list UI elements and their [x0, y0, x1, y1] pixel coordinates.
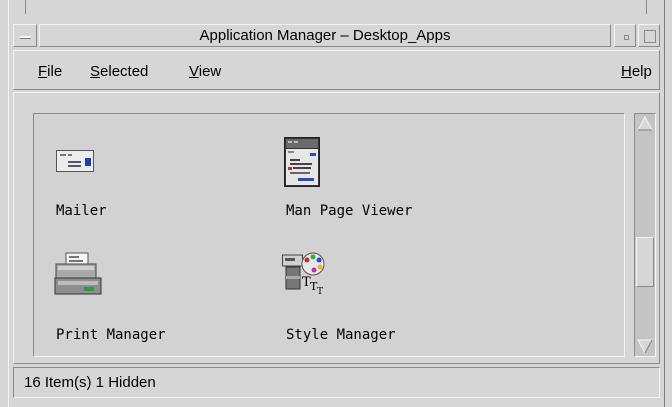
menu-bar: File Selected View Help [13, 50, 660, 90]
menu-file[interactable]: File [38, 63, 62, 80]
mailer-icon [56, 150, 94, 172]
style-manager-icon: T T T [282, 252, 325, 297]
status-text: 16 Item(s) 1 Hidden [24, 374, 156, 391]
frame-resize-handle-right[interactable] [646, 0, 647, 14]
app-item-print-manager[interactable]: Print Manager [34, 236, 264, 346]
window-title[interactable]: Application Manager – Desktop_Apps [39, 24, 611, 47]
menu-selected[interactable]: Selected [90, 63, 148, 80]
app-label: Man Page Viewer [286, 203, 413, 219]
menu-file-label: ile [47, 63, 63, 80]
app-label: Print Manager [56, 327, 166, 343]
title-bar[interactable]: Application Manager – Desktop_Apps [13, 24, 660, 47]
window-menu-icon [20, 36, 31, 39]
scroll-up-arrow-icon[interactable] [637, 116, 653, 132]
app-label: Style Manager [286, 327, 396, 343]
maximize-button[interactable] [638, 24, 660, 47]
vertical-scrollbar[interactable] [634, 113, 656, 357]
scroll-down-arrow-icon[interactable] [637, 338, 653, 354]
window-menu-button[interactable] [13, 24, 37, 47]
frame-resize-handle-left[interactable] [25, 0, 26, 14]
menu-help-label: elp [631, 63, 652, 80]
menu-view-mnemonic: V [189, 63, 199, 80]
window-title-text: Application Manager – Desktop_Apps [199, 27, 451, 44]
minimize-icon [624, 35, 629, 40]
app-item-man-page-viewer[interactable]: Man Page Viewer [266, 114, 516, 224]
menu-view-label: iew [198, 63, 222, 80]
minimize-button[interactable] [614, 24, 636, 47]
menu-selected-label: elected [100, 63, 149, 80]
app-icon-view[interactable]: Mailer Man Page Viewer Print Manager T T… [33, 113, 625, 357]
app-item-mailer[interactable]: Mailer [34, 114, 264, 224]
app-label: Mailer [56, 203, 107, 219]
menu-view[interactable]: View [189, 63, 221, 80]
menu-help-mnemonic: H [621, 63, 632, 80]
menu-file-mnemonic: F [38, 63, 48, 80]
menu-selected-mnemonic: S [90, 63, 101, 80]
print-manager-icon [54, 252, 102, 295]
menu-help[interactable]: Help [621, 63, 652, 80]
scrollbar-thumb[interactable] [636, 237, 654, 287]
man-page-viewer-icon [284, 137, 320, 187]
maximize-icon [644, 30, 656, 43]
status-bar: 16 Item(s) 1 Hidden [13, 367, 660, 398]
app-item-style-manager[interactable]: T T T Style Manager [266, 236, 516, 346]
svg-text:T: T [317, 287, 323, 297]
main-panel: Mailer Man Page Viewer Print Manager T T… [13, 92, 660, 364]
